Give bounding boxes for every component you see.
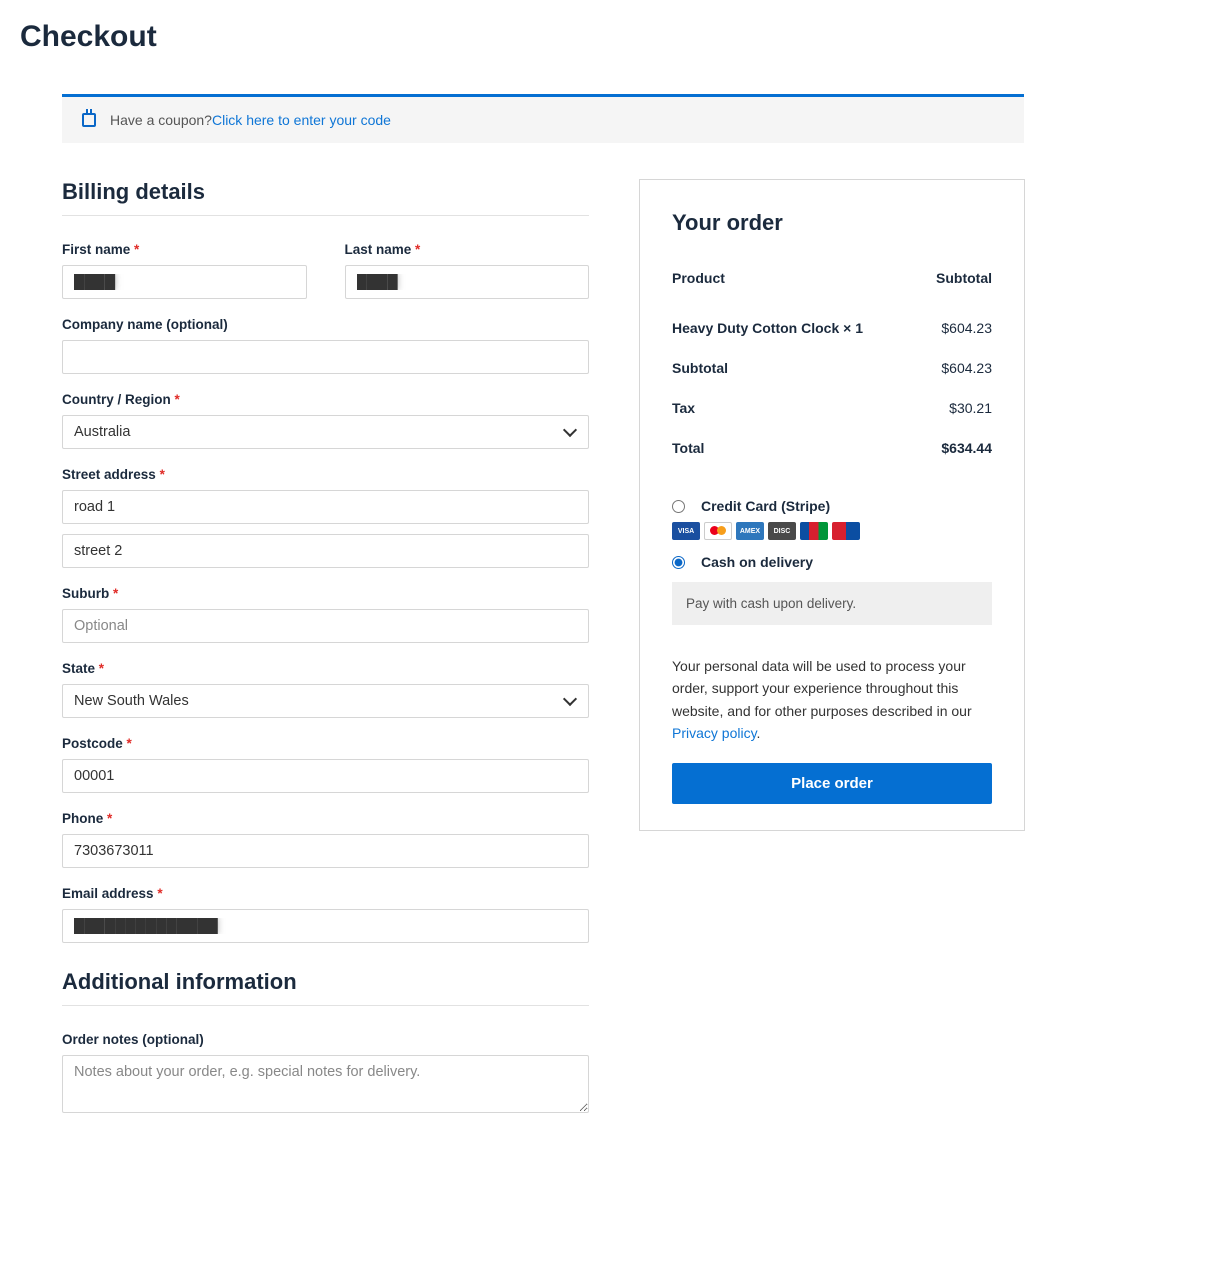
page-title: Checkout (20, 20, 1230, 54)
postcode-label: Postcode * (62, 736, 589, 751)
order-notes-input[interactable] (62, 1055, 589, 1113)
state-label: State * (62, 661, 589, 676)
postcode-input[interactable] (62, 759, 589, 793)
order-item-name: Heavy Duty Cotton Clock × 1 (672, 308, 919, 348)
visa-icon: VISA (672, 522, 700, 540)
order-notes-label: Order notes (optional) (62, 1032, 589, 1047)
first-name-input[interactable] (62, 265, 307, 299)
subtotal-label: Subtotal (672, 348, 919, 388)
payment-cod-desc: Pay with cash upon delivery. (672, 582, 992, 625)
last-name-input[interactable] (345, 265, 590, 299)
email-input[interactable] (62, 909, 589, 943)
country-select[interactable]: Australia (62, 415, 589, 449)
subtotal-value: $604.23 (919, 348, 992, 388)
street1-input[interactable] (62, 490, 589, 524)
total-label: Total (672, 428, 919, 468)
payment-stripe-label: Credit Card (Stripe) (701, 498, 830, 514)
privacy-text: Your personal data will be used to proce… (672, 655, 992, 745)
first-name-label: First name * (62, 242, 307, 257)
payment-stripe-option[interactable]: Credit Card (Stripe) (672, 498, 992, 514)
coupon-notice: Have a coupon? Click here to enter your … (62, 94, 1024, 143)
total-value: $634.44 (919, 428, 992, 468)
order-heading: Your order (672, 210, 992, 236)
street2-input[interactable] (62, 534, 589, 568)
order-item-price: $604.23 (919, 308, 992, 348)
unionpay-icon (832, 522, 860, 540)
privacy-policy-link[interactable]: Privacy policy (672, 725, 757, 741)
payment-cod-radio[interactable] (672, 556, 685, 569)
additional-heading: Additional information (62, 969, 589, 1006)
suburb-label: Suburb * (62, 586, 589, 601)
last-name-label: Last name * (345, 242, 590, 257)
col-product: Product (672, 270, 919, 308)
coupon-icon (82, 113, 96, 127)
order-summary: Your order Product Subtotal Heavy Duty C… (639, 179, 1025, 831)
amex-icon: AMEX (736, 522, 764, 540)
company-input[interactable] (62, 340, 589, 374)
billing-heading: Billing details (62, 179, 589, 216)
payment-cod-option[interactable]: Cash on delivery (672, 554, 992, 570)
mastercard-icon (704, 522, 732, 540)
card-icons: VISA AMEX DISC (672, 522, 992, 540)
suburb-input[interactable] (62, 609, 589, 643)
state-select[interactable]: New South Wales (62, 684, 589, 718)
jcb-icon (800, 522, 828, 540)
country-label: Country / Region * (62, 392, 589, 407)
company-label: Company name (optional) (62, 317, 589, 332)
tax-label: Tax (672, 388, 919, 428)
email-label: Email address * (62, 886, 589, 901)
discover-icon: DISC (768, 522, 796, 540)
col-subtotal: Subtotal (919, 270, 992, 308)
phone-label: Phone * (62, 811, 589, 826)
street-label: Street address * (62, 467, 589, 482)
payment-stripe-radio[interactable] (672, 500, 685, 513)
coupon-link[interactable]: Click here to enter your code (212, 112, 391, 128)
place-order-button[interactable]: Place order (672, 763, 992, 804)
coupon-prompt: Have a coupon? (110, 112, 212, 128)
payment-cod-label: Cash on delivery (701, 554, 813, 570)
phone-input[interactable] (62, 834, 589, 868)
tax-value: $30.21 (919, 388, 992, 428)
